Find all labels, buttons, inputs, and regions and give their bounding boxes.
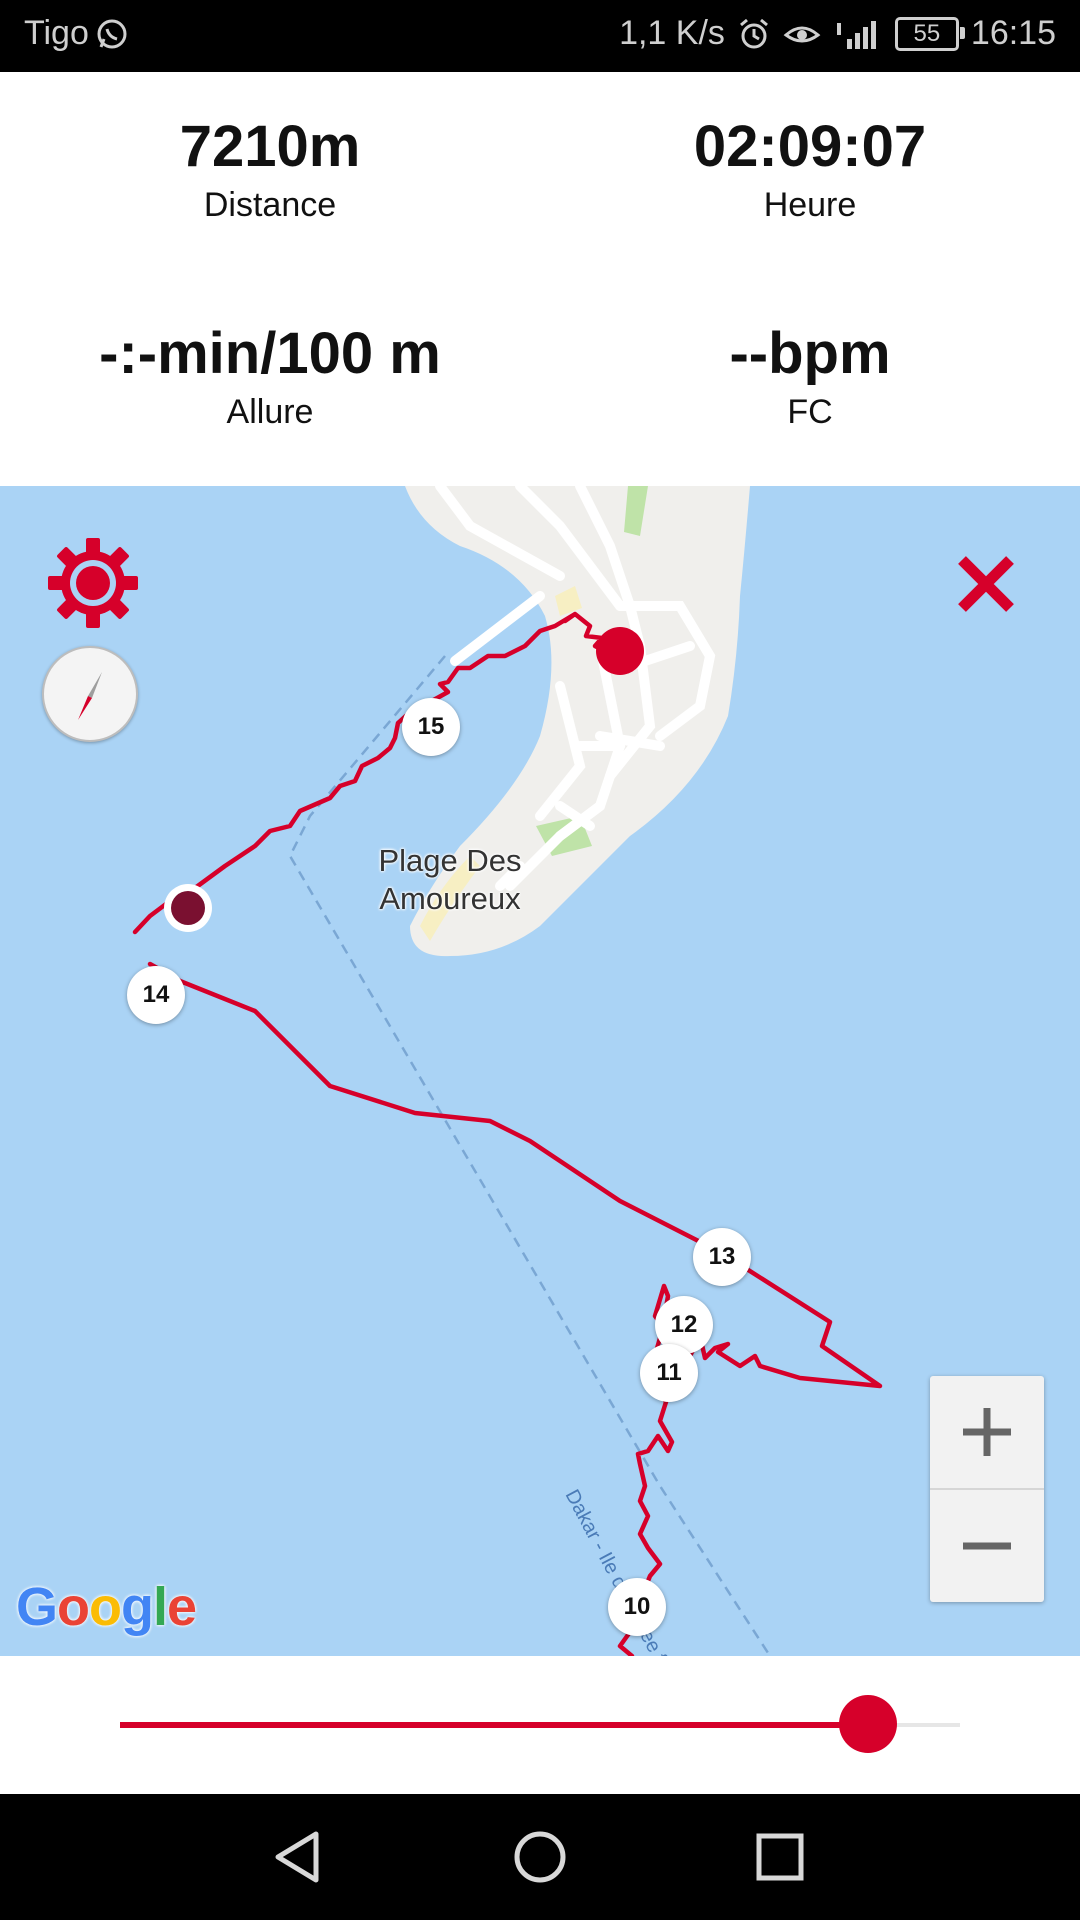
pace-value: -:-min/100 m: [99, 321, 441, 386]
timeline-slider[interactable]: [120, 1695, 960, 1753]
plus-icon: [963, 1408, 1011, 1456]
whatsapp-icon: [95, 17, 129, 51]
map-canvas: [132, 486, 883, 1656]
route-track: [132, 611, 883, 1656]
battery-level: 55: [913, 19, 941, 47]
distance-label: Distance: [203, 186, 337, 224]
status-bar: Tigo 1,1 K/s 55 16:15: [0, 0, 1080, 72]
clock: 16:15: [970, 14, 1056, 52]
minus-icon: [963, 1542, 1011, 1550]
settings-button[interactable]: [46, 536, 140, 630]
current-position-marker: [596, 627, 644, 675]
zoom-in-button[interactable]: [930, 1376, 1044, 1488]
lap-marker[interactable]: 14: [127, 966, 185, 1024]
gear-icon: [48, 538, 138, 628]
time-value: 02:09:07: [693, 114, 927, 179]
home-icon: [514, 1831, 566, 1883]
signal-icon: [833, 17, 883, 51]
lap-marker[interactable]: 13: [693, 1228, 751, 1286]
lap-marker[interactable]: 11: [640, 1344, 698, 1402]
time-label: Heure: [763, 186, 857, 224]
eye-icon: [783, 17, 821, 51]
pace-label: Allure: [226, 393, 314, 431]
stat-time: 02:09:07 Heure: [540, 112, 1080, 225]
google-logo: Google: [16, 1577, 197, 1637]
navigation-bar: [0, 1794, 1080, 1920]
close-icon: [958, 556, 1014, 612]
zoom-out-button[interactable]: [930, 1490, 1044, 1602]
place-label: Plage Des Amoureux: [378, 843, 522, 916]
alarm-icon: [737, 17, 771, 51]
lap-marker[interactable]: 15: [402, 698, 460, 756]
heart-rate-label: FC: [787, 393, 833, 431]
timeline-slider-panel: [0, 1656, 1080, 1794]
stat-pace: -:-min/100 m Allure: [0, 319, 540, 432]
distance-value: 7210m: [179, 114, 361, 179]
compass-icon: [78, 672, 102, 720]
lap-marker[interactable]: 10: [608, 1578, 666, 1636]
stats-panel: 7210m Distance 02:09:07 Heure -:-min/100…: [0, 72, 1080, 486]
stat-heart-rate: --bpm FC: [540, 319, 1080, 432]
battery-indicator: 55: [894, 16, 965, 51]
slider-progress: [120, 1722, 868, 1728]
recents-icon: [756, 1833, 804, 1881]
back-icon: [275, 1831, 319, 1883]
heart-rate-value: --bpm: [729, 321, 891, 386]
network-speed: 1,1 K/s: [619, 14, 725, 52]
recents-button[interactable]: [745, 1822, 815, 1892]
close-button[interactable]: [956, 554, 1016, 614]
stat-distance: 7210m Distance: [0, 112, 540, 225]
back-button[interactable]: [264, 1822, 334, 1892]
home-button[interactable]: [505, 1822, 575, 1892]
compass-button[interactable]: [42, 646, 138, 742]
slider-thumb[interactable]: [838, 1695, 897, 1753]
carrier-name: Tigo: [24, 14, 89, 52]
zoom-controls: [930, 1376, 1044, 1602]
map-view[interactable]: Plage Des Amoureux Dakar - Ile de Goree …: [0, 486, 1080, 1656]
